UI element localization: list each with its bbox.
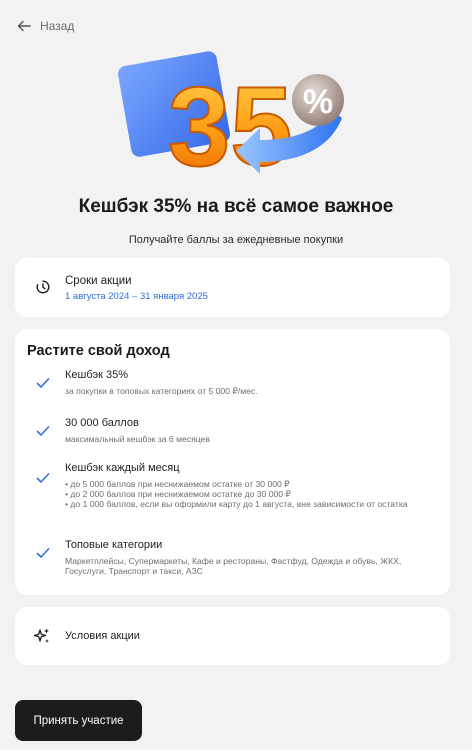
benefit-description: за покупки в топовых категориях от 5 000…	[65, 386, 258, 396]
benefit-title: Кешбэк 35%	[65, 369, 129, 381]
join-button[interactable]: Принять участие	[15, 700, 142, 741]
check-icon	[36, 473, 50, 483]
benefit-title: 30 000 баллов	[65, 417, 139, 429]
income-card: Растите свой доход Кешбэк 35% за покупки…	[15, 329, 450, 595]
check-icon	[36, 548, 50, 558]
benefit-description: Маркетплейсы, Супермаркеты, Кафе и ресто…	[65, 556, 402, 576]
period-label: Сроки акции	[65, 275, 132, 287]
promo-subtitle: Получайте баллы за ежедневные покупки	[128, 234, 344, 246]
cashback-35-percent-illustration: 35 %	[118, 51, 344, 190]
check-icon	[36, 378, 50, 388]
hero-number: 35	[168, 64, 293, 189]
promo-title: Кешбэк 35% на всё самое важное	[78, 196, 394, 217]
benefit-description: максимальный кешбэк за 6 месяцев	[65, 434, 210, 444]
benefit-title: Топовые категории	[65, 539, 163, 551]
back-label: Назад	[40, 19, 75, 33]
back-link[interactable]: Назад	[16, 18, 74, 34]
terms-link-card[interactable]: Условия акции	[15, 607, 450, 665]
hero-percent-sign: %	[303, 83, 333, 121]
sparkle-icon	[33, 628, 49, 643]
period-card: Сроки акции 1 августа 2024 – 31 января 2…	[15, 258, 450, 317]
period-dates: 1 августа 2024 – 31 января 2025	[65, 291, 208, 302]
clock-icon	[36, 280, 50, 294]
benefit-description: • до 5 000 баллов при неснижаемом остатк…	[65, 479, 408, 509]
income-heading: Растите свой доход	[27, 343, 170, 359]
benefit-title: Кешбэк каждый месяц	[65, 462, 180, 474]
arrow-left-icon	[17, 20, 31, 32]
terms-label: Условия акции	[65, 630, 140, 642]
check-icon	[36, 426, 50, 436]
